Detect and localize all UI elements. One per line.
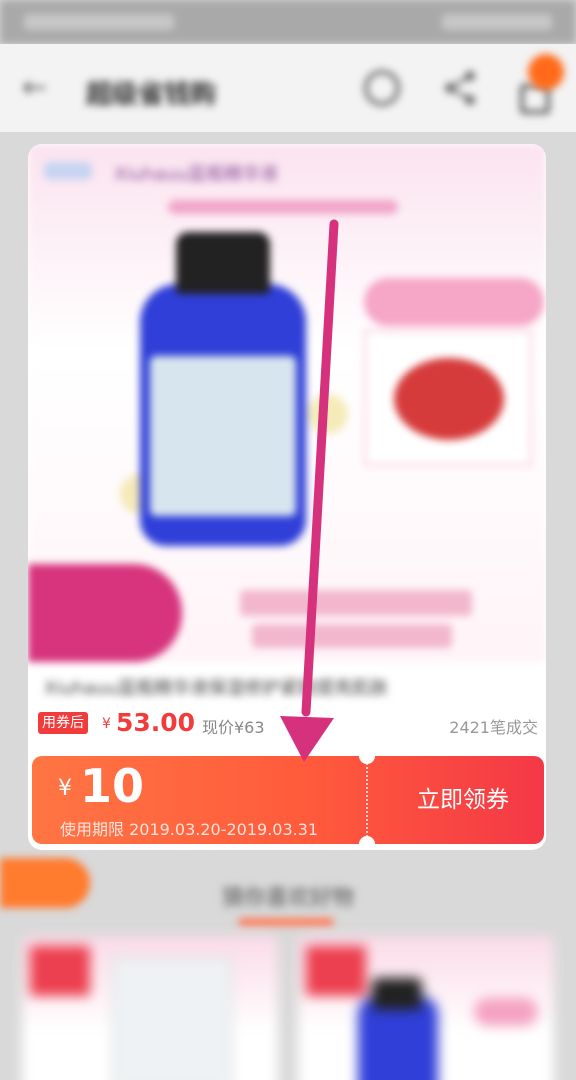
banner-slogan: [252, 624, 452, 648]
banner-title: Xiuhauu蓝瓶精华液: [114, 164, 278, 185]
product-banner-image[interactable]: Xiuhauu蓝瓶精华液: [28, 144, 546, 662]
section-title: 猜你喜欢好物: [222, 886, 355, 911]
coupon-validity: 使用期限 2019.03.20-2019.03.31: [60, 820, 319, 839]
recommend-badge: [30, 946, 90, 996]
recommend-card[interactable]: [22, 936, 278, 1080]
coupon-divider: [366, 756, 368, 844]
status-bar-right: [442, 14, 552, 30]
price-row: 用券后 ¥ 53.00 现价¥63 2421笔成交: [38, 708, 538, 740]
banner-price-tag: [28, 564, 182, 662]
original-price: 现价¥63: [202, 718, 265, 737]
app-header: ← 超级省钱购: [0, 44, 576, 132]
coupon-currency: ¥: [58, 776, 72, 801]
claim-coupon-button[interactable]: 立即领券: [382, 756, 544, 844]
coupon-bar[interactable]: ¥ 10 使用期限 2019.03.20-2019.03.31 立即领券: [32, 756, 544, 844]
bottle-cap: [176, 232, 270, 294]
product-card: Xiuhauu蓝瓶精华液 Xiuhauu蓝瓶精华液保湿修护紧致提亮肌肤 用券后 …: [28, 144, 546, 850]
banner-stripe: [168, 200, 398, 214]
store-logo: [44, 162, 92, 180]
sales-count: 2421笔成交: [449, 718, 538, 737]
coupon-price-tag: 用券后: [38, 712, 88, 734]
coupon-notch: [359, 756, 375, 764]
banner-topbar: Xiuhauu蓝瓶精华液: [44, 158, 354, 186]
product-name-row[interactable]: Xiuhauu蓝瓶精华液保湿修护紧致提亮肌肤: [44, 674, 534, 704]
section-underline: [238, 918, 334, 926]
recommend-promo-tag: [474, 998, 538, 1026]
status-bar: [0, 0, 576, 44]
price-currency: ¥: [102, 716, 111, 732]
recommend-card[interactable]: [298, 936, 554, 1080]
back-arrow-icon[interactable]: ←: [22, 72, 58, 104]
flower-decoration: [308, 394, 348, 434]
recommend-badge: [306, 946, 366, 996]
recommend-bottle-cap: [372, 978, 422, 1010]
coupon-price: 53.00: [116, 708, 196, 737]
recommend-tab-pill[interactable]: [0, 858, 90, 908]
page-title: 超级省钱购: [86, 80, 217, 110]
bottle-label: [150, 356, 296, 516]
coupon-amount: 10: [80, 759, 145, 813]
cart-badge: [528, 54, 564, 90]
berry-image: [394, 358, 504, 440]
share-icon[interactable]: [440, 68, 480, 108]
coupon-notch: [359, 836, 375, 844]
recommend-product-image: [112, 956, 232, 1080]
status-bar-left: [24, 14, 174, 30]
product-name: Xiuhauu蓝瓶精华液保湿修护紧致提亮肌肤: [44, 678, 388, 699]
banner-slogan: [240, 590, 472, 616]
promo-badge: [364, 278, 544, 326]
refresh-icon[interactable]: [364, 70, 400, 106]
